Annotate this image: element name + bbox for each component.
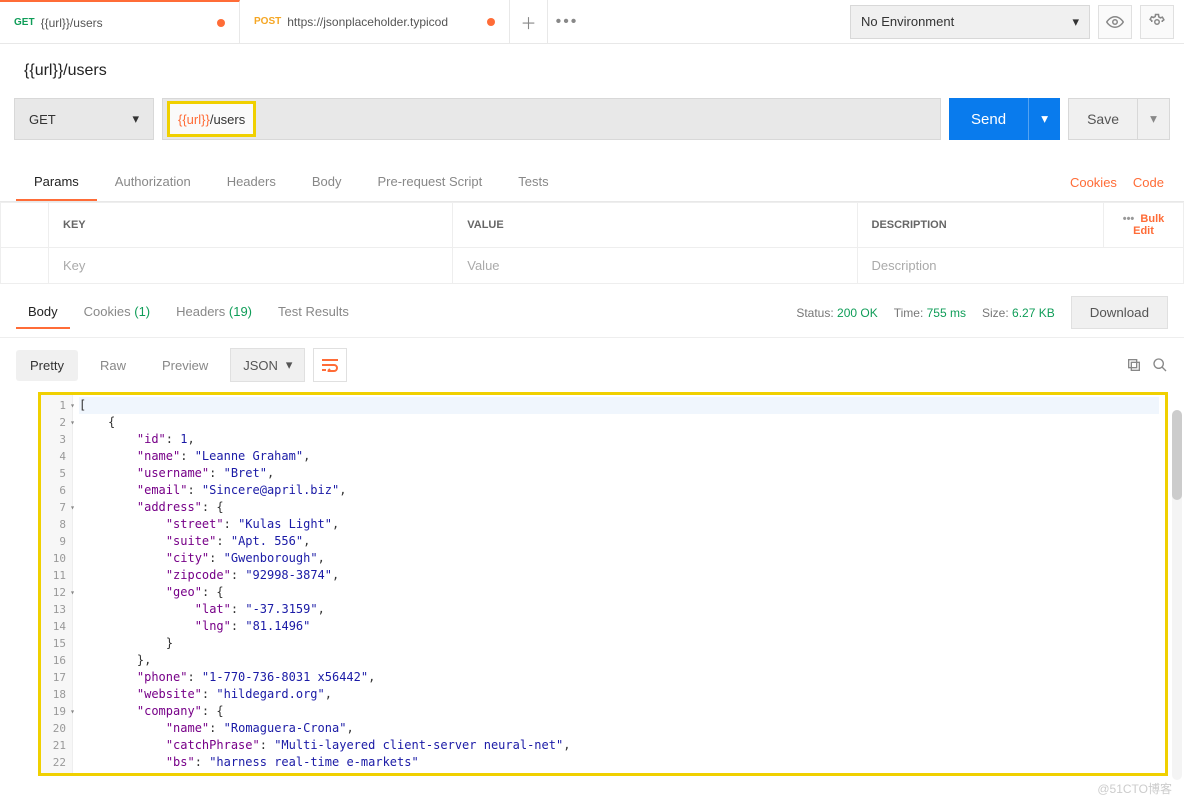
tab-title: https://jsonplaceholder.typicod xyxy=(287,15,479,29)
format-select[interactable]: JSON ▾ xyxy=(230,348,305,382)
param-value-input[interactable] xyxy=(467,258,842,273)
chevron-down-icon: ▾ xyxy=(1072,14,1079,30)
param-desc-input[interactable] xyxy=(872,258,1170,273)
request-subtabs: Params Authorization Headers Body Pre-re… xyxy=(0,164,1184,202)
send-group: Send ▾ xyxy=(949,98,1060,140)
copy-button[interactable] xyxy=(1126,357,1142,373)
request-name: {{url}}/users xyxy=(0,44,1184,90)
request-url-row: GET ▾ {{url}}/users Send ▾ Save ▾ xyxy=(0,90,1184,148)
line-gutter: 12345678910111213141516171819202122 xyxy=(41,395,73,773)
method-select[interactable]: GET ▾ xyxy=(14,98,154,140)
subtab-prerequest[interactable]: Pre-request Script xyxy=(359,164,500,201)
settings-button[interactable] xyxy=(1140,5,1174,39)
url-path: /users xyxy=(210,112,245,127)
col-key: KEY xyxy=(49,203,453,248)
response-header: Body Cookies (1) Headers (19) Test Resul… xyxy=(0,284,1184,329)
bulk-edit-link[interactable]: Bulk Edit xyxy=(1133,213,1164,237)
status-label: Status: xyxy=(796,306,833,320)
col-desc: DESCRIPTION xyxy=(857,203,1104,248)
send-dropdown[interactable]: ▾ xyxy=(1028,98,1060,140)
resp-tab-tests[interactable]: Test Results xyxy=(266,296,361,329)
method-label: GET xyxy=(29,112,56,127)
save-button[interactable]: Save xyxy=(1068,98,1138,140)
wrap-icon xyxy=(321,358,339,372)
col-value: VALUE xyxy=(453,203,857,248)
code-link[interactable]: Code xyxy=(1133,175,1164,190)
search-icon xyxy=(1152,357,1168,373)
eye-icon xyxy=(1106,13,1124,31)
resp-tab-headers[interactable]: Headers (19) xyxy=(164,296,264,329)
tab-options-button[interactable]: ••• xyxy=(548,0,586,43)
tab-title: {{url}}/users xyxy=(41,16,209,30)
response-meta: Status: 200 OK Time: 755 ms Size: 6.27 K… xyxy=(796,296,1168,329)
subtab-authorization[interactable]: Authorization xyxy=(97,164,209,201)
url-variable: {{url}} xyxy=(178,112,210,127)
cookies-link[interactable]: Cookies xyxy=(1070,175,1117,190)
subtab-headers[interactable]: Headers xyxy=(209,164,294,201)
resp-tab-body[interactable]: Body xyxy=(16,296,70,329)
environment-label: No Environment xyxy=(861,14,954,29)
tab-method: GET xyxy=(14,17,35,28)
scrollbar-thumb[interactable] xyxy=(1172,410,1182,500)
download-button[interactable]: Download xyxy=(1071,296,1168,329)
watermark: @51CTO博客 xyxy=(1097,780,1172,797)
chevron-down-icon: ▾ xyxy=(286,357,293,373)
search-response-button[interactable] xyxy=(1152,357,1168,373)
url-input[interactable]: {{url}}/users xyxy=(162,98,941,140)
environment-select[interactable]: No Environment ▾ xyxy=(850,5,1090,39)
code-body: [ { "id": 1, "name": "Leanne Graham", "u… xyxy=(73,395,1165,773)
params-row-new xyxy=(1,248,1184,284)
col-actions: ••• Bulk Edit xyxy=(1104,203,1184,248)
tab-method: POST xyxy=(254,16,281,27)
subtab-params[interactable]: Params xyxy=(16,164,97,201)
response-tabs: Body Cookies (1) Headers (19) Test Resul… xyxy=(16,296,361,329)
subtab-body[interactable]: Body xyxy=(294,164,360,201)
params-header-row: KEY VALUE DESCRIPTION ••• Bulk Edit xyxy=(1,203,1184,248)
status-value: 200 OK xyxy=(837,306,878,320)
preview-env-button[interactable] xyxy=(1098,5,1132,39)
resp-tab-cookies[interactable]: Cookies (1) xyxy=(72,296,162,329)
send-button[interactable]: Send xyxy=(949,98,1028,140)
response-controls: Pretty Raw Preview JSON ▾ xyxy=(0,337,1184,392)
save-group: Save ▾ xyxy=(1068,98,1170,140)
view-preview[interactable]: Preview xyxy=(148,350,222,381)
size-label: Size: xyxy=(982,306,1009,320)
chevron-down-icon: ▾ xyxy=(132,111,139,127)
tab-0[interactable]: GET {{url}}/users xyxy=(0,0,240,43)
top-bar: GET {{url}}/users POST https://jsonplace… xyxy=(0,0,1184,44)
gear-icon xyxy=(1148,13,1166,31)
params-table: KEY VALUE DESCRIPTION ••• Bulk Edit xyxy=(0,202,1184,284)
view-pretty[interactable]: Pretty xyxy=(16,350,78,381)
url-highlight: {{url}}/users xyxy=(167,101,256,137)
wrap-lines-button[interactable] xyxy=(313,348,347,382)
param-key-input[interactable] xyxy=(63,258,438,273)
env-area: No Environment ▾ xyxy=(840,0,1184,43)
tab-1[interactable]: POST https://jsonplaceholder.typicod xyxy=(240,0,510,43)
time-label: Time: xyxy=(894,306,924,320)
scrollbar[interactable] xyxy=(1172,410,1182,780)
response-body-editor[interactable]: 12345678910111213141516171819202122 [ { … xyxy=(38,392,1168,776)
unsaved-dot-icon xyxy=(487,18,495,26)
unsaved-dot-icon xyxy=(217,19,225,27)
format-label: JSON xyxy=(243,358,278,373)
time-value: 755 ms xyxy=(927,306,966,320)
size-value: 6.27 KB xyxy=(1012,306,1055,320)
subtab-tests[interactable]: Tests xyxy=(500,164,566,201)
save-dropdown[interactable]: ▾ xyxy=(1138,98,1170,140)
view-raw[interactable]: Raw xyxy=(86,350,140,381)
copy-icon xyxy=(1126,357,1142,373)
new-tab-button[interactable]: ＋ xyxy=(510,0,548,43)
request-tabs: GET {{url}}/users POST https://jsonplace… xyxy=(0,0,840,43)
